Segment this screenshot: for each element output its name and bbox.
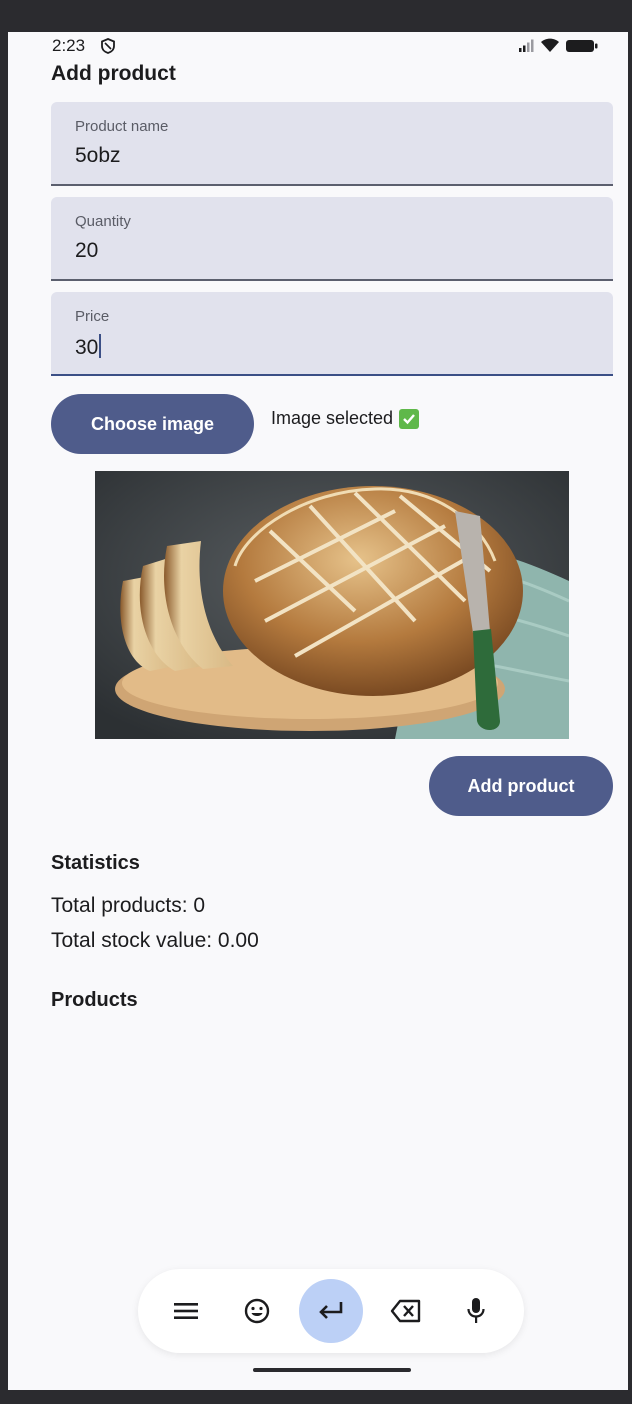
choose-image-button[interactable]: Choose image <box>51 394 254 454</box>
image-status: Image selected <box>271 408 420 429</box>
price-field[interactable]: Price 30 <box>51 292 613 376</box>
total-products: Total products: 0 <box>51 894 206 917</box>
quantity-value: 20 <box>75 239 99 262</box>
emoji-icon <box>244 1298 270 1324</box>
keyboard-toolbar <box>138 1269 524 1353</box>
status-indicators <box>518 38 598 53</box>
battery-icon <box>566 39 598 52</box>
backspace-key[interactable] <box>374 1279 438 1343</box>
statistics-title: Statistics <box>51 852 140 874</box>
emoji-key[interactable] <box>225 1279 289 1343</box>
quantity-field[interactable]: Quantity 20 <box>51 197 613 281</box>
check-icon <box>399 408 420 429</box>
menu-key[interactable] <box>154 1279 218 1343</box>
enter-icon <box>319 1302 343 1319</box>
menu-icon <box>174 1303 198 1319</box>
backspace-icon <box>390 1299 421 1323</box>
price-label: Price <box>75 308 110 325</box>
add-product-button[interactable]: Add product <box>429 756 613 816</box>
product-image-preview <box>95 471 569 739</box>
bread-photo <box>95 471 569 739</box>
product-name-field[interactable]: Product name 5obz <box>51 102 613 186</box>
page-title: Add product <box>51 62 176 85</box>
enter-key[interactable] <box>299 1279 363 1343</box>
total-stock-value: Total stock value: 0.00 <box>51 929 259 952</box>
text-caret <box>99 334 102 358</box>
product-name-label: Product name <box>75 118 169 135</box>
wifi-icon <box>541 38 559 52</box>
app-screen: 2:23 Add product Product name 5obz Quant… <box>8 32 628 1390</box>
status-time: 2:23 <box>52 36 86 55</box>
products-title: Products <box>51 989 138 1011</box>
price-value-wrap: 30 <box>75 334 102 360</box>
signal-icon <box>519 39 534 52</box>
microphone-key[interactable] <box>444 1279 508 1343</box>
quantity-label: Quantity <box>75 213 131 230</box>
image-status-text: Image selected <box>271 408 394 428</box>
price-value: 30 <box>75 336 99 359</box>
status-bar: 2:23 <box>8 32 628 60</box>
microphone-icon <box>467 1298 485 1323</box>
home-indicator[interactable] <box>253 1368 411 1372</box>
shield-icon <box>101 38 115 54</box>
product-name-value: 5obz <box>75 144 121 167</box>
